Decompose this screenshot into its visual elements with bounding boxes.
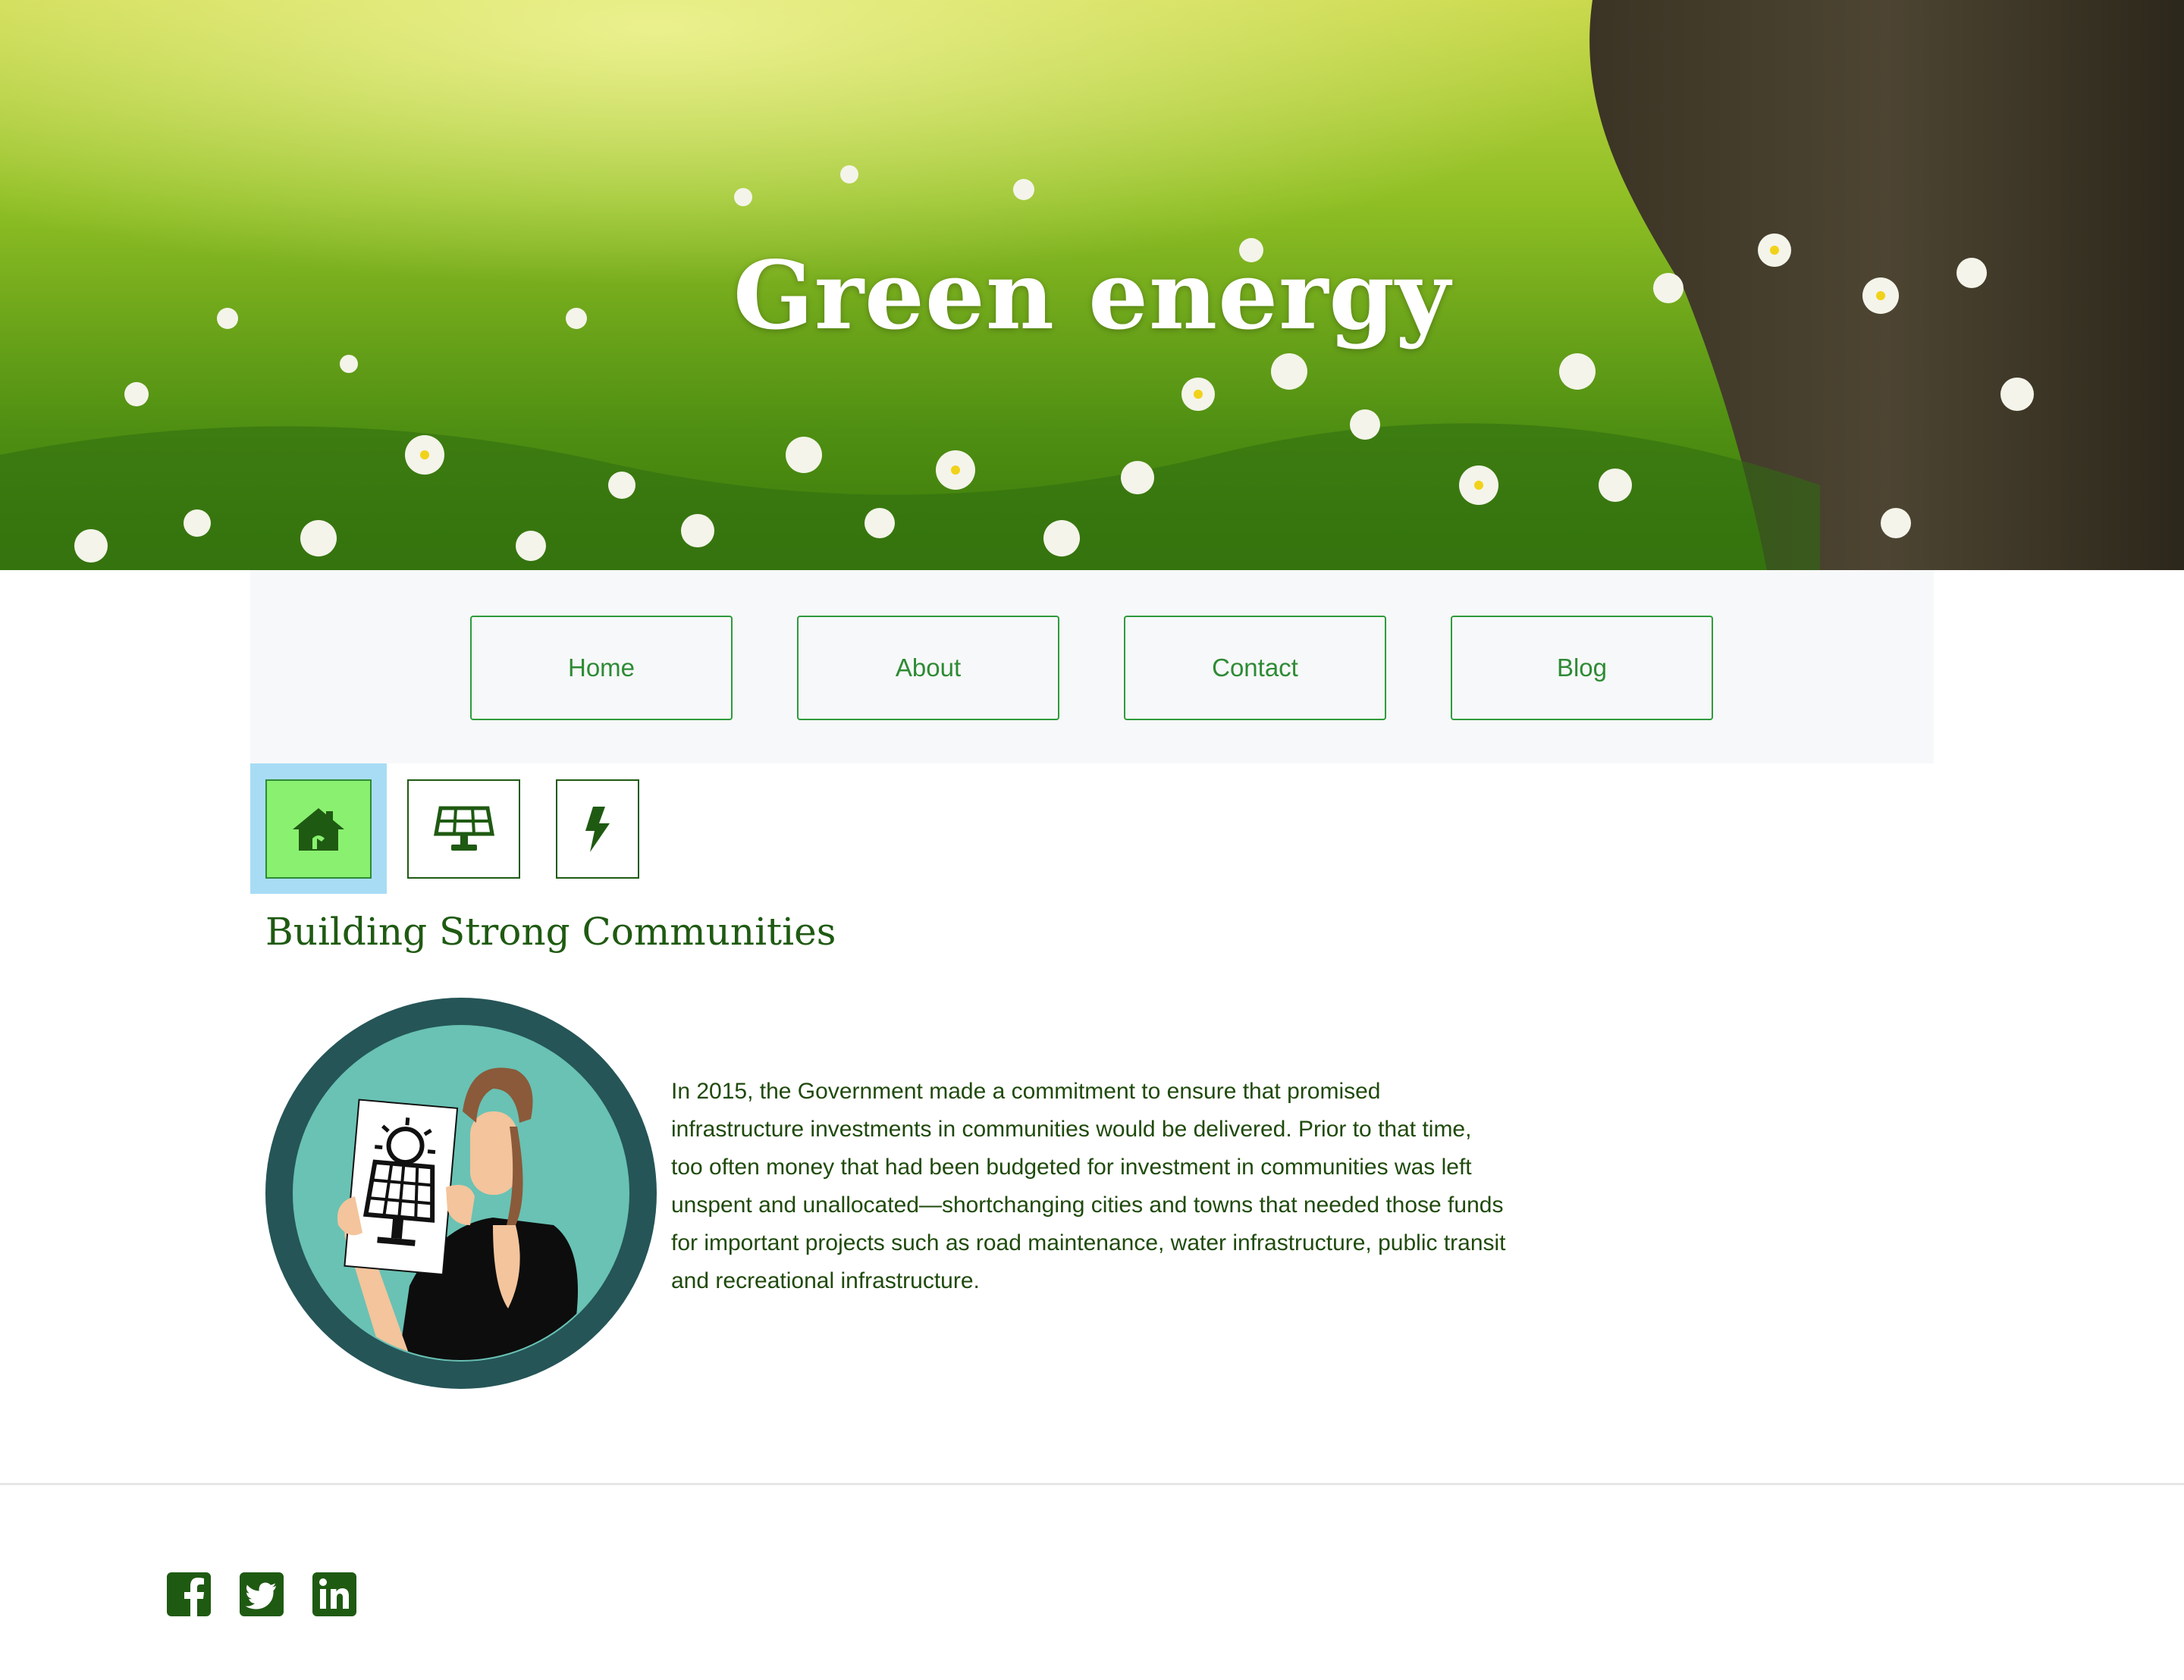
paragraph-line: unspent and unallocated—shortchanging ci… (671, 1193, 1504, 1218)
hero-title: Green energy (733, 241, 1451, 351)
lightning-bolt-icon (585, 806, 610, 852)
main-navigation: Home About Contact Blog (250, 570, 1934, 763)
section-paragraph: In 2015, the Government made a commitmen… (671, 1073, 1566, 1300)
nav-contact-button[interactable]: Contact (1124, 616, 1386, 720)
nav-about-button[interactable]: About (797, 616, 1059, 720)
facebook-icon (167, 1572, 211, 1616)
tab-energy[interactable] (556, 779, 639, 879)
paragraph-line: In 2015, the Government made a commitmen… (671, 1079, 1381, 1104)
paragraph-line: infrastructure investments in communitie… (671, 1117, 1472, 1142)
linkedin-link[interactable] (312, 1572, 356, 1616)
nav-home-button[interactable]: Home (470, 616, 733, 720)
tab-home[interactable] (265, 779, 372, 879)
home-icon (293, 807, 344, 851)
linkedin-icon (312, 1572, 356, 1616)
nav-blog-button[interactable]: Blog (1451, 616, 1713, 720)
paragraph-line: too often money that had been budgeted f… (671, 1155, 1472, 1180)
paragraph-line: and recreational infrastructure. (671, 1268, 980, 1293)
footer-divider (0, 1483, 2184, 1485)
hero-banner: Green energy (0, 0, 2184, 570)
twitter-icon (240, 1572, 284, 1616)
community-illustration (265, 998, 657, 1389)
solar-panel-icon (433, 806, 494, 851)
paragraph-line: for important projects such as road main… (671, 1230, 1506, 1255)
section-title: Building Strong Communities (265, 910, 836, 954)
twitter-link[interactable] (240, 1572, 284, 1616)
tab-solar-panel[interactable] (407, 779, 520, 879)
facebook-link[interactable] (167, 1572, 211, 1616)
